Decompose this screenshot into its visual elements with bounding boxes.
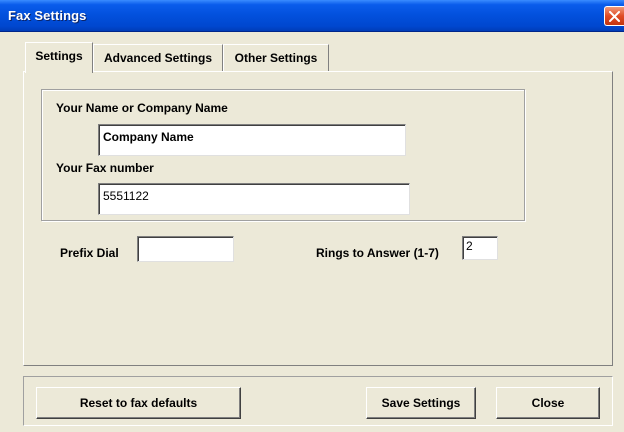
close-window-button[interactable] [604, 6, 624, 26]
rings-to-answer-label: Rings to Answer (1-7) [316, 246, 439, 260]
close-icon [609, 11, 620, 22]
close-button[interactable]: Close [496, 387, 600, 419]
close-button-label: Close [531, 396, 565, 410]
prefix-dial-label: Prefix Dial [60, 246, 119, 260]
name-label: Your Name or Company Name [56, 101, 228, 115]
tab-advanced-settings-label: Advanced Settings [103, 51, 213, 65]
window-title: Fax Settings [8, 8, 87, 23]
tab-other-settings-label: Other Settings [234, 51, 318, 65]
reset-defaults-button-label: Reset to fax defaults [79, 396, 198, 410]
fax-number-input[interactable]: 5551122 [98, 183, 410, 215]
prefix-dial-input[interactable] [137, 236, 234, 262]
fax-settings-window: Fax Settings Settings Advanced Settings … [0, 0, 624, 432]
save-settings-button-label: Save Settings [381, 396, 461, 410]
company-name-input[interactable]: Company Name [98, 124, 406, 156]
tab-other-settings[interactable]: Other Settings [223, 44, 329, 71]
rings-to-answer-input[interactable]: 2 [462, 236, 498, 260]
title-bar[interactable]: Fax Settings [0, 0, 624, 32]
reset-defaults-button[interactable]: Reset to fax defaults [36, 387, 241, 419]
save-settings-button[interactable]: Save Settings [366, 387, 476, 419]
tab-advanced-settings[interactable]: Advanced Settings [93, 44, 223, 71]
tab-settings[interactable]: Settings [25, 42, 93, 73]
fax-number-label: Your Fax number [56, 161, 154, 175]
tab-settings-label: Settings [35, 49, 83, 63]
